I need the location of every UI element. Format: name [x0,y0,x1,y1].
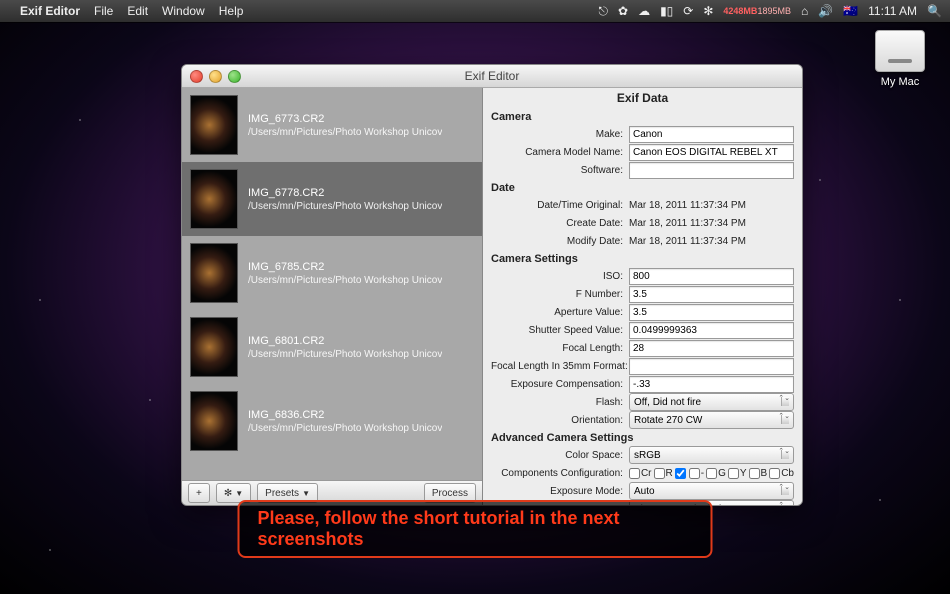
label-date-create: Create Date: [491,218,623,229]
components-check[interactable]: - [689,468,704,479]
input-shutter-speed[interactable] [629,322,794,339]
label-components-config: Components Configuration: [491,468,623,479]
file-path: /Users/mn/Pictures/Photo Workshop Unicov [248,349,442,360]
components-check[interactable]: B [749,468,768,479]
section-camera-settings: Camera Settings [483,250,802,267]
components-check[interactable]: G [706,468,726,479]
exif-panel[interactable]: Exif Data Camera Make: Camera Model Name… [483,88,802,505]
label-iso: ISO: [491,271,623,282]
desktop-drive-icon[interactable]: My Mac [868,30,932,88]
thumbnail-icon [190,317,238,377]
menubar-clock[interactable]: 11:11 AM [868,4,917,18]
components-check[interactable]: R [654,468,673,479]
label-make: Make: [491,129,623,140]
file-name: IMG_6801.CR2 [248,335,442,347]
components-check[interactable]: Cr [629,468,652,479]
thumbnail-icon [190,391,238,451]
label-aperture: Aperture Value: [491,307,623,318]
label-orientation: Orientation: [491,415,623,426]
select-flash[interactable]: Off, Did not fire [629,393,794,411]
label-date-original: Date/Time Original: [491,200,623,211]
menubar-memory[interactable]: 4248MB1895MB [723,7,791,16]
menu-help[interactable]: Help [219,4,244,18]
thumbnail-icon [190,243,238,303]
menubar-volume-icon[interactable]: 🔊 [818,4,833,18]
label-model: Camera Model Name: [491,147,623,158]
file-path: /Users/mn/Pictures/Photo Workshop Unicov [248,201,442,212]
menubar-extra-icon[interactable]: ✿ [618,4,628,18]
menubar: Exif Editor File Edit Window Help ⎋ ✿ ☁ … [0,0,950,22]
app-window: Exif Editor IMG_6773.CR2/Users/mn/Pictur… [181,64,803,506]
desktop-drive-label: My Mac [868,76,932,88]
add-button[interactable]: + [188,483,210,503]
label-flash: Flash: [491,397,623,408]
label-color-space: Color Space: [491,450,623,461]
menubar-flag-icon[interactable]: 🇦🇺 [843,4,858,18]
components-check[interactable] [675,468,687,479]
section-date: Date [483,179,802,196]
spotlight-icon[interactable]: 🔍 [927,4,942,18]
label-shutter-speed: Shutter Speed Value: [491,325,623,336]
window-title: Exif Editor [182,69,802,83]
section-advanced: Advanced Camera Settings [483,429,802,446]
file-name: IMG_6785.CR2 [248,261,442,273]
file-path: /Users/mn/Pictures/Photo Workshop Unicov [248,423,442,434]
file-name: IMG_6778.CR2 [248,187,442,199]
label-focal-length: Focal Length: [491,343,623,354]
menubar-sync-icon[interactable]: ⟳ [683,4,693,18]
value-date-create: Mar 18, 2011 11:37:34 PM [629,218,794,229]
file-row[interactable]: IMG_6773.CR2/Users/mn/Pictures/Photo Wor… [182,88,482,162]
menubar-battery-icon[interactable]: ▮▯ [660,4,673,18]
label-exposure-mode: Exposure Mode: [491,486,623,497]
input-make[interactable] [629,126,794,143]
harddrive-icon [875,30,925,72]
input-focal-length[interactable] [629,340,794,357]
input-exposure-comp[interactable] [629,376,794,393]
file-row[interactable]: IMG_6801.CR2/Users/mn/Pictures/Photo Wor… [182,310,482,384]
menu-window[interactable]: Window [162,4,205,18]
thumbnail-icon [190,169,238,229]
menubar-cloud-icon[interactable]: ☁ [638,4,650,18]
label-fnumber: F Number: [491,289,623,300]
label-software: Software: [491,165,623,176]
label-focal-length-35mm: Focal Length In 35mm Format: [491,361,623,372]
components-check[interactable]: Cb [769,468,794,479]
file-sidebar: IMG_6773.CR2/Users/mn/Pictures/Photo Wor… [182,88,483,505]
components-check[interactable]: Y [728,468,747,479]
file-path: /Users/mn/Pictures/Photo Workshop Unicov [248,127,442,138]
file-row[interactable]: IMG_6778.CR2/Users/mn/Pictures/Photo Wor… [182,162,482,236]
select-color-space[interactable]: sRGB [629,446,794,464]
window-titlebar[interactable]: Exif Editor [182,65,802,88]
label-date-modify: Modify Date: [491,236,623,247]
file-row[interactable]: IMG_6836.CR2/Users/mn/Pictures/Photo Wor… [182,384,482,458]
input-fnumber[interactable] [629,286,794,303]
select-exposure-mode[interactable]: Auto [629,482,794,500]
input-aperture[interactable] [629,304,794,321]
app-menu[interactable]: Exif Editor [20,4,80,18]
value-date-original: Mar 18, 2011 11:37:34 PM [629,200,794,211]
input-model[interactable] [629,144,794,161]
file-name: IMG_6773.CR2 [248,113,442,125]
menu-file[interactable]: File [94,4,113,18]
section-camera: Camera [483,108,802,125]
value-date-modify: Mar 18, 2011 11:37:34 PM [629,236,794,247]
thumbnail-icon [190,95,238,155]
select-orientation[interactable]: Rotate 270 CW [629,411,794,429]
tutorial-banner: Please, follow the short tutorial in the… [238,500,713,558]
menu-edit[interactable]: Edit [127,4,148,18]
menubar-dropbox-icon[interactable]: ⌂ [801,4,808,18]
input-focal-length-35mm[interactable] [629,358,794,375]
panel-title: Exif Data [483,88,802,108]
menubar-extra-icon[interactable]: ⎋ [599,4,609,19]
menubar-gear-icon[interactable]: ✻ [703,4,713,18]
components-config-checks: CrR -GYBCb [629,468,794,479]
label-exposure-comp: Exposure Compensation: [491,379,623,390]
desktop: Exif Editor File Edit Window Help ⎋ ✿ ☁ … [0,0,950,594]
file-name: IMG_6836.CR2 [248,409,442,421]
file-list[interactable]: IMG_6773.CR2/Users/mn/Pictures/Photo Wor… [182,88,482,480]
file-path: /Users/mn/Pictures/Photo Workshop Unicov [248,275,442,286]
input-software[interactable] [629,162,794,179]
file-row[interactable]: IMG_6785.CR2/Users/mn/Pictures/Photo Wor… [182,236,482,310]
input-iso[interactable] [629,268,794,285]
